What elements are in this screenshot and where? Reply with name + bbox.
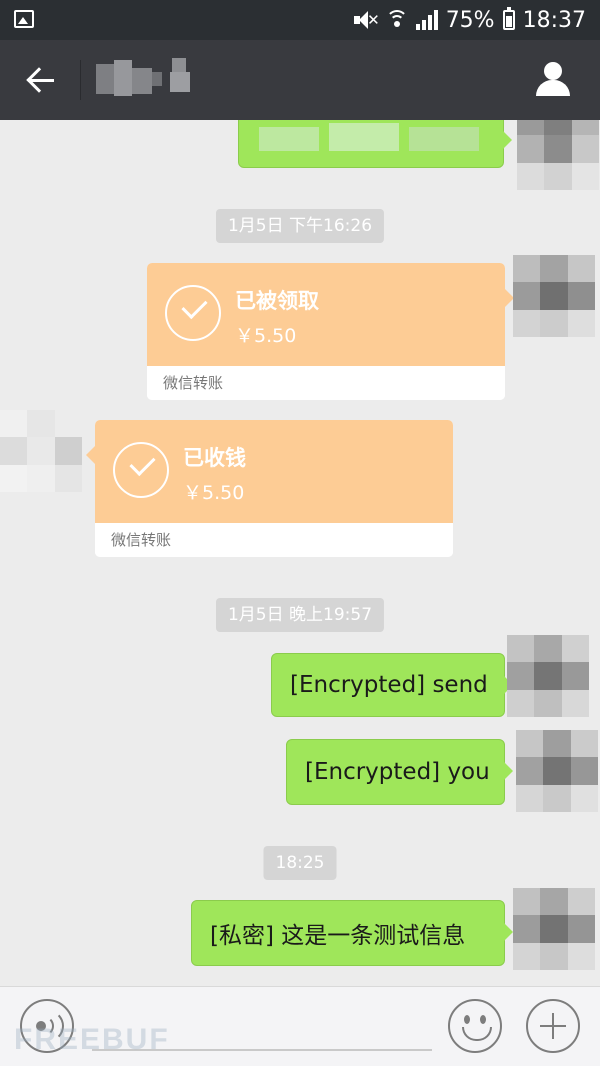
my-avatar[interactable] xyxy=(517,120,599,190)
transfer-footer: 微信转账 xyxy=(95,523,453,557)
my-avatar[interactable] xyxy=(513,888,595,970)
battery-percent: 75% xyxy=(445,7,495,33)
transfer-status: 已被领取 xyxy=(235,289,319,313)
timestamp: 1月5日 晚上19:57 xyxy=(215,598,385,632)
message-text: [私密] 这是一条测试信息 xyxy=(210,923,466,949)
my-avatar[interactable] xyxy=(513,255,595,337)
transfer-amount: ￥5.50 xyxy=(183,482,245,504)
contact-profile-icon[interactable] xyxy=(534,60,574,100)
check-circle-icon xyxy=(165,285,221,341)
emoji-icon[interactable] xyxy=(448,999,502,1053)
message-bubble[interactable]: [Encrypted] you xyxy=(286,739,513,805)
message-text: [Encrypted] you xyxy=(305,759,490,785)
transfer-card-header: 已被领取 ￥5.50 xyxy=(147,263,505,366)
chat-area: 1月5日 下午16:26 已被领取 ￥5.50 微信转账 已收钱 ￥5.50 微… xyxy=(0,120,600,986)
image-notification-icon xyxy=(14,10,34,28)
contact-avatar[interactable] xyxy=(0,410,82,492)
message-bubble[interactable]: [Encrypted] send xyxy=(271,653,513,717)
battery-icon xyxy=(502,7,515,30)
header-divider xyxy=(80,60,81,100)
wifi-icon xyxy=(385,10,408,30)
message-bubble[interactable]: [私密] 这是一条测试信息 xyxy=(191,900,513,966)
transfer-amount: ￥5.50 xyxy=(235,325,297,347)
message-bubble-obscured[interactable] xyxy=(238,120,512,168)
transfer-card-sent[interactable]: 已被领取 ￥5.50 微信转账 xyxy=(147,263,514,400)
watermark: FREEBUF xyxy=(14,1023,170,1056)
contact-name-obscured xyxy=(96,58,208,100)
mute-icon: ✕ xyxy=(353,10,380,30)
timestamp: 18:25 xyxy=(263,846,337,880)
timestamp: 1月5日 下午16:26 xyxy=(215,209,385,243)
back-arrow-icon[interactable] xyxy=(22,60,62,100)
message-text: [Encrypted] send xyxy=(290,672,488,698)
transfer-footer: 微信转账 xyxy=(147,366,505,400)
input-bar: FREEBUF xyxy=(0,986,600,1066)
clock: 18:37 xyxy=(522,7,586,33)
signal-icon xyxy=(415,10,438,30)
plus-icon[interactable] xyxy=(526,999,580,1053)
status-icons: ✕ 75% 18:37 xyxy=(353,6,586,34)
transfer-card-header: 已收钱 ￥5.50 xyxy=(95,420,453,523)
status-bar: ✕ 75% 18:37 xyxy=(0,0,600,40)
transfer-status: 已收钱 xyxy=(183,446,246,470)
chat-header xyxy=(0,40,600,120)
check-circle-icon xyxy=(113,442,169,498)
transfer-card-received[interactable]: 已收钱 ￥5.50 微信转账 xyxy=(86,420,453,557)
my-avatar[interactable] xyxy=(507,635,589,717)
my-avatar[interactable] xyxy=(516,730,598,812)
